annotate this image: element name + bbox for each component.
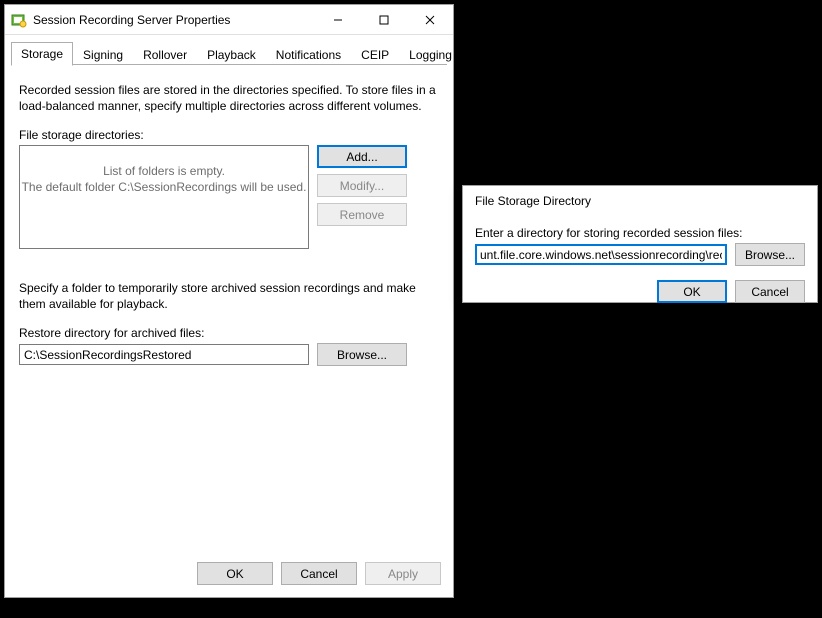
- close-button[interactable]: [407, 5, 453, 34]
- modify-button: Modify...: [317, 174, 407, 197]
- dialog-ok-button[interactable]: OK: [657, 280, 727, 303]
- restore-label: Restore directory for archived files:: [19, 326, 439, 340]
- tab-last-partial[interactable]: RB: [462, 43, 499, 66]
- file-storage-listbox[interactable]: List of folders is empty. The default fo…: [19, 145, 309, 249]
- dialog-titlebar: File Storage Directory: [463, 186, 817, 216]
- remove-button: Remove: [317, 203, 407, 226]
- tab-rollover[interactable]: Rollover: [133, 43, 197, 66]
- tab-storage[interactable]: Storage: [11, 42, 73, 66]
- maximize-button[interactable]: [361, 5, 407, 34]
- ok-button[interactable]: OK: [197, 562, 273, 585]
- tab-ceip[interactable]: CEIP: [351, 43, 399, 66]
- tab-bar: Storage Signing Rollover Playback Notifi…: [5, 35, 453, 65]
- minimize-button[interactable]: [315, 5, 361, 34]
- tab-playback[interactable]: Playback: [197, 43, 266, 66]
- restore-description: Specify a folder to temporarily store ar…: [19, 281, 439, 312]
- listbox-empty-line1: List of folders is empty.: [103, 164, 225, 180]
- apply-button: Apply: [365, 562, 441, 585]
- tab-signing[interactable]: Signing: [73, 43, 133, 66]
- listbox-empty-line2: The default folder C:\SessionRecordings …: [22, 180, 307, 196]
- dialog-title: File Storage Directory: [469, 194, 817, 208]
- directory-input[interactable]: [475, 244, 727, 265]
- app-icon: [11, 12, 27, 28]
- tab-scroll-right[interactable]: ▸: [514, 47, 529, 65]
- file-storage-label: File storage directories:: [19, 128, 439, 142]
- tab-logging[interactable]: Logging: [399, 43, 462, 66]
- add-button[interactable]: Add...: [317, 145, 407, 168]
- tab-notifications[interactable]: Notifications: [266, 43, 351, 66]
- dialog-cancel-button[interactable]: Cancel: [735, 280, 805, 303]
- storage-description: Recorded session files are stored in the…: [19, 83, 439, 114]
- browse-restore-button[interactable]: Browse...: [317, 343, 407, 366]
- dialog-prompt: Enter a directory for storing recorded s…: [475, 226, 805, 240]
- titlebar: Session Recording Server Properties: [5, 5, 453, 35]
- cancel-button[interactable]: Cancel: [281, 562, 357, 585]
- restore-directory-input[interactable]: [19, 344, 309, 365]
- window-title: Session Recording Server Properties: [33, 13, 315, 27]
- tab-scroll-left[interactable]: ◂: [499, 47, 514, 65]
- dialog-browse-button[interactable]: Browse...: [735, 243, 805, 266]
